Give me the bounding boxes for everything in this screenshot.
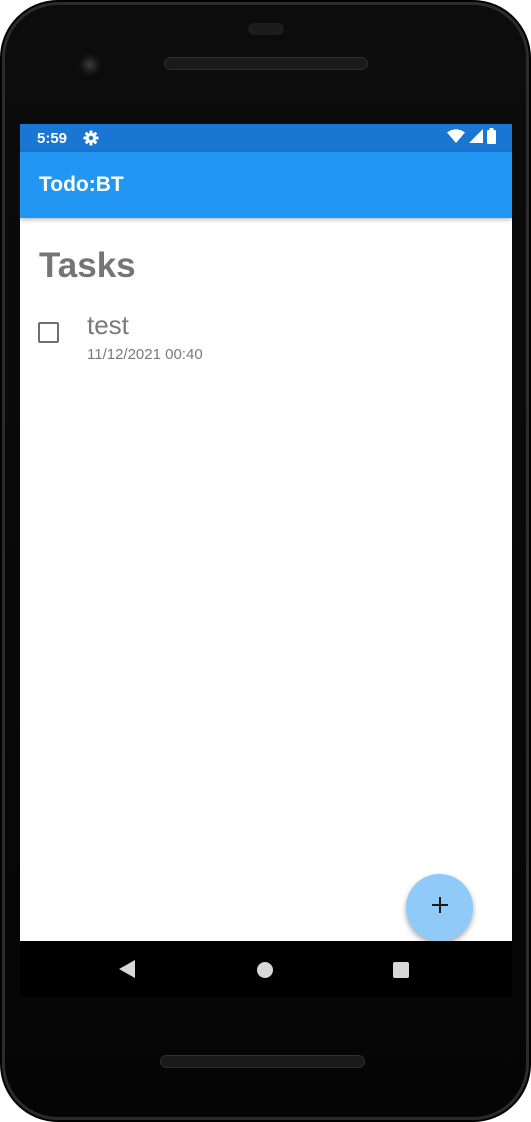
status-time: 5:59 [37,130,68,147]
add-task-button[interactable] [406,874,473,941]
status-bar: 5:59 [20,124,512,152]
app-title: Todo:BT [39,173,124,196]
plus-icon [431,896,449,919]
wifi-icon [447,129,465,147]
cellular-signal-icon [469,129,483,147]
phone-sensor [248,23,284,35]
gear-icon [83,130,99,150]
task-item[interactable]: test 11/12/2021 00:40 [20,306,512,370]
bottom-speaker [160,1055,365,1068]
home-icon[interactable] [257,962,273,978]
main-content: Tasks test 11/12/2021 00:40 [20,218,512,941]
back-icon[interactable] [118,960,136,983]
battery-icon [487,128,496,148]
front-camera [79,54,103,78]
navigation-bar [20,941,512,997]
page-title: Tasks [39,246,136,285]
task-checkbox[interactable] [38,322,59,343]
app-bar: Todo:BT [20,152,512,218]
device-screen: 5:59 Todo:BT Tasks test 11/12/2021 00:40 [20,124,512,997]
task-date: 11/12/2021 00:40 [87,346,203,363]
task-title: test [87,310,129,340]
status-icons [447,128,496,148]
phone-frame: 5:59 Todo:BT Tasks test 11/12/2021 00:40 [0,0,531,1122]
earpiece-speaker [164,57,368,70]
recents-icon[interactable] [393,962,409,978]
